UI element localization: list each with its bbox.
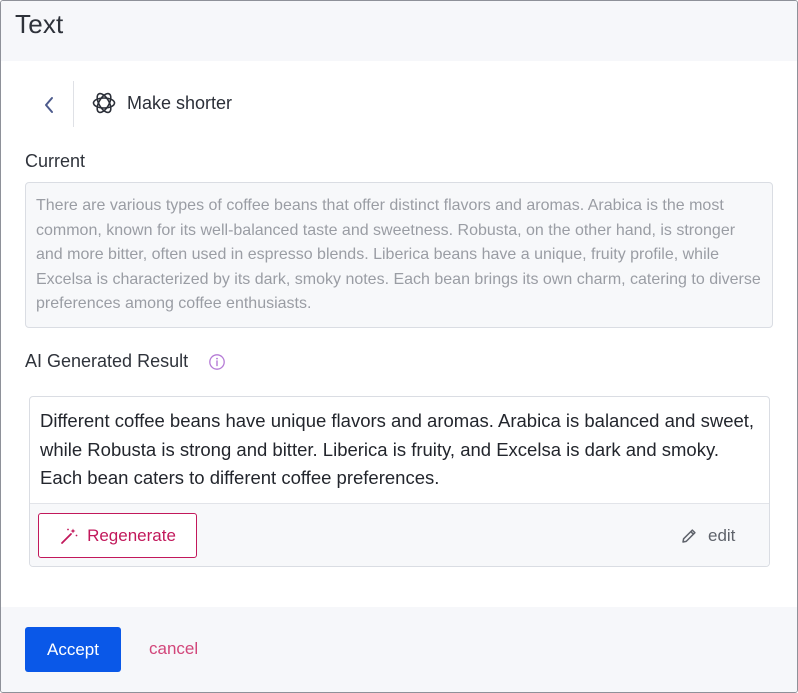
cancel-link[interactable]: cancel [149, 639, 198, 659]
action-title: Make shorter [127, 93, 233, 113]
openai-logo-icon [92, 92, 116, 114]
result-toolbar: Regenerate edit [30, 503, 769, 566]
result-box: Different coffee beans have unique flavo… [29, 396, 770, 567]
back-button[interactable] [34, 89, 64, 121]
magic-wand-icon [61, 528, 78, 544]
chevron-left-icon [45, 97, 53, 113]
regenerate-label: Regenerate [87, 525, 176, 545]
ai-text-dialog: Text Make shorter Current There are vari… [0, 0, 798, 693]
edit-button[interactable]: edit [680, 524, 735, 548]
regenerate-button[interactable]: Regenerate [38, 513, 197, 558]
current-text: There are various types of coffee beans … [25, 182, 773, 328]
result-text: Different coffee beans have unique flavo… [40, 410, 755, 488]
result-label: AI Generated Result [25, 351, 189, 371]
pencil-icon [682, 529, 696, 543]
edit-label: edit [708, 526, 736, 545]
header-divider [73, 81, 74, 127]
dialog-title: Text [15, 9, 64, 39]
info-circle-icon[interactable] [208, 353, 226, 371]
dialog-header: Text [1, 1, 797, 61]
current-label: Current [25, 151, 86, 171]
accept-button[interactable]: Accept [25, 627, 121, 672]
